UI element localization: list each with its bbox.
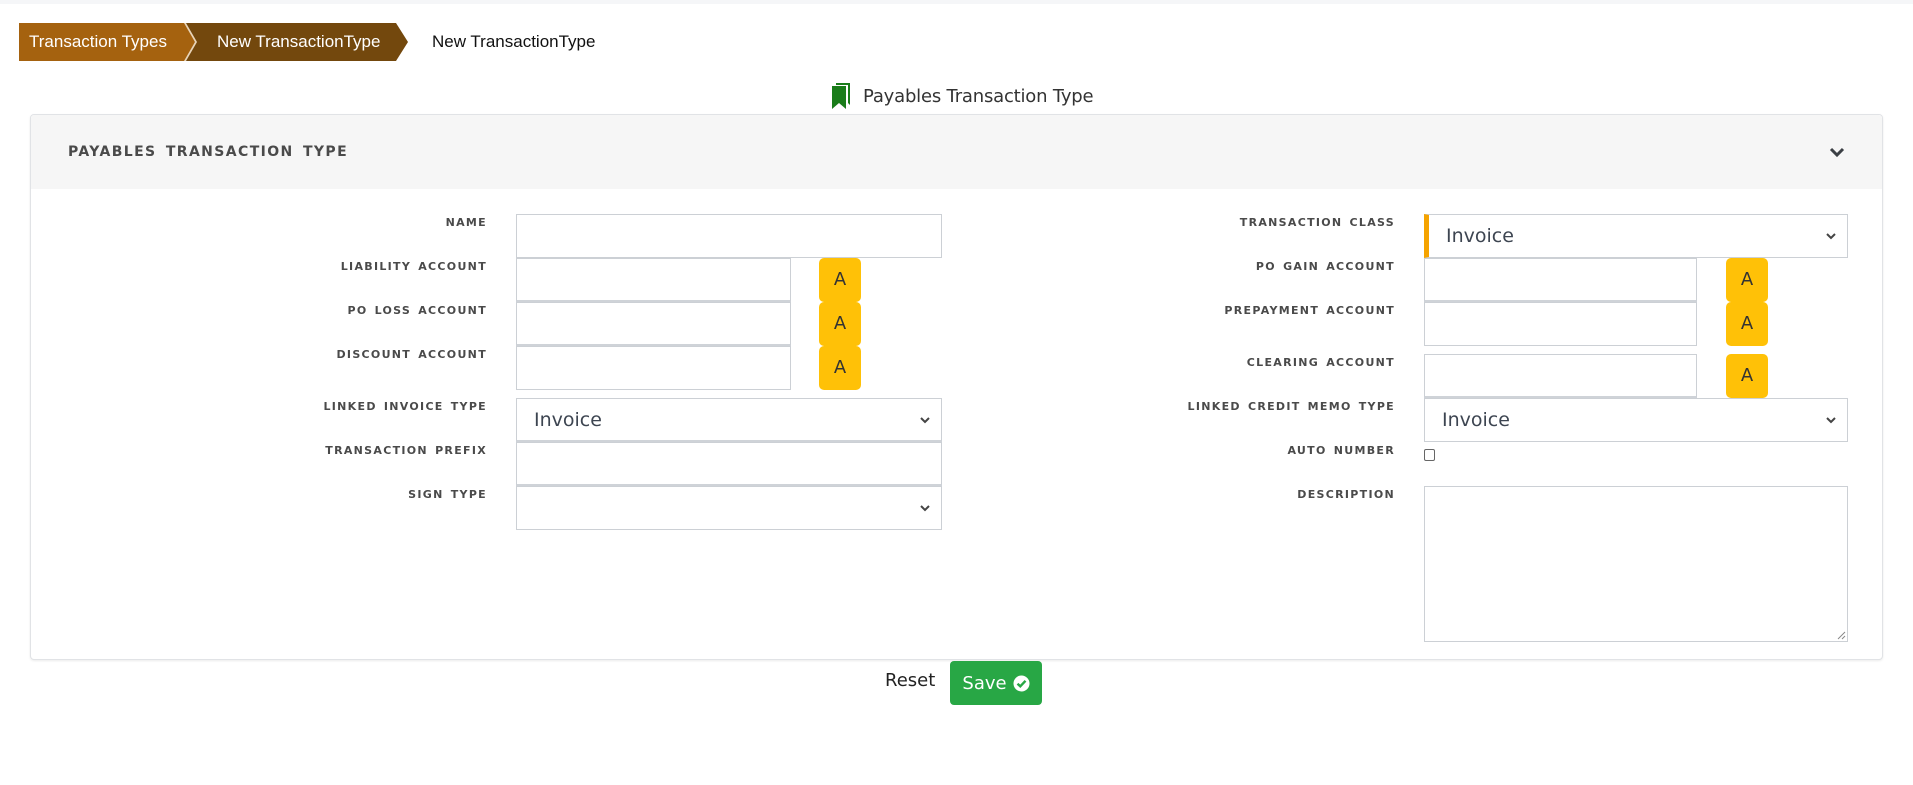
liability-account-lookup-button[interactable]: A bbox=[819, 258, 861, 302]
top-strip bbox=[0, 0, 1913, 4]
description-textarea[interactable] bbox=[1424, 486, 1848, 642]
po-loss-account-label: PO LOSS ACCOUNT bbox=[347, 304, 487, 317]
linked-credit-memo-type-select[interactable]: Invoice bbox=[1424, 398, 1848, 442]
page-title: Payables Transaction Type bbox=[831, 82, 1094, 110]
po-gain-account-label: PO GAIN ACCOUNT bbox=[1255, 260, 1395, 273]
reset-button[interactable]: Reset bbox=[885, 670, 935, 691]
sign-type-label: SIGN TYPE bbox=[408, 488, 487, 501]
name-input[interactable] bbox=[516, 214, 942, 258]
liability-account-label: LIABILITY ACCOUNT bbox=[340, 260, 487, 273]
linked-invoice-type-label: LINKED INVOICE TYPE bbox=[323, 400, 487, 413]
bookmark-icon bbox=[832, 83, 850, 109]
chevron-down-icon bbox=[1826, 233, 1836, 240]
liability-account-input[interactable] bbox=[516, 258, 791, 302]
linked-invoice-type-select[interactable]: Invoice bbox=[516, 398, 942, 442]
linked-credit-memo-type-label: LINKED CREDIT MEMO TYPE bbox=[1187, 400, 1395, 413]
transaction-class-select[interactable]: Invoice bbox=[1424, 214, 1848, 258]
linked-invoice-type-value: Invoice bbox=[534, 409, 602, 431]
resize-grip-icon[interactable] bbox=[1836, 630, 1846, 640]
name-label: NAME bbox=[445, 216, 487, 229]
sign-type-select[interactable] bbox=[516, 486, 942, 530]
clearing-account-lookup-button[interactable]: A bbox=[1726, 354, 1768, 398]
transaction-class-value: Invoice bbox=[1446, 225, 1514, 247]
page-title-text: Payables Transaction Type bbox=[863, 85, 1094, 107]
linked-credit-memo-type-value: Invoice bbox=[1442, 409, 1510, 431]
auto-number-label: AUTO NUMBER bbox=[1287, 444, 1395, 457]
prepayment-account-input[interactable] bbox=[1424, 302, 1697, 346]
clearing-account-label: CLEARING ACCOUNT bbox=[1246, 356, 1395, 369]
description-label: DESCRIPTION bbox=[1297, 488, 1395, 501]
panel-header[interactable]: PAYABLES TRANSACTION TYPE bbox=[31, 115, 1882, 189]
chevron-down-icon[interactable] bbox=[1829, 145, 1845, 159]
chevron-down-icon bbox=[1826, 417, 1836, 424]
check-circle-icon bbox=[1013, 675, 1030, 691]
transaction-prefix-label: TRANSACTION PREFIX bbox=[325, 444, 487, 457]
panel-title: PAYABLES TRANSACTION TYPE bbox=[68, 144, 349, 160]
discount-account-input[interactable] bbox=[516, 346, 791, 390]
auto-number-checkbox[interactable] bbox=[1424, 449, 1435, 461]
chevron-down-icon bbox=[920, 417, 930, 424]
breadcrumb-current: New TransactionType bbox=[432, 32, 596, 51]
chevron-down-icon bbox=[920, 505, 930, 512]
po-loss-account-input[interactable] bbox=[516, 302, 791, 346]
po-gain-account-input[interactable] bbox=[1424, 258, 1697, 302]
save-label: Save bbox=[962, 672, 1007, 694]
po-loss-account-lookup-button[interactable]: A bbox=[819, 302, 861, 346]
breadcrumb-item-new-transaction-type[interactable]: New TransactionType bbox=[183, 23, 408, 61]
clearing-account-input[interactable] bbox=[1424, 354, 1697, 398]
po-gain-account-lookup-button[interactable]: A bbox=[1726, 258, 1768, 302]
prepayment-account-label: PREPAYMENT ACCOUNT bbox=[1224, 304, 1395, 317]
breadcrumb-item-transaction-types[interactable]: Transaction Types bbox=[19, 23, 195, 61]
discount-account-label: DISCOUNT ACCOUNT bbox=[336, 348, 487, 361]
prepayment-account-lookup-button[interactable]: A bbox=[1726, 302, 1768, 346]
transaction-prefix-input[interactable] bbox=[516, 442, 942, 486]
discount-account-lookup-button[interactable]: A bbox=[819, 346, 861, 390]
transaction-class-label: TRANSACTION CLASS bbox=[1239, 216, 1395, 229]
save-button[interactable]: Save bbox=[950, 661, 1042, 705]
